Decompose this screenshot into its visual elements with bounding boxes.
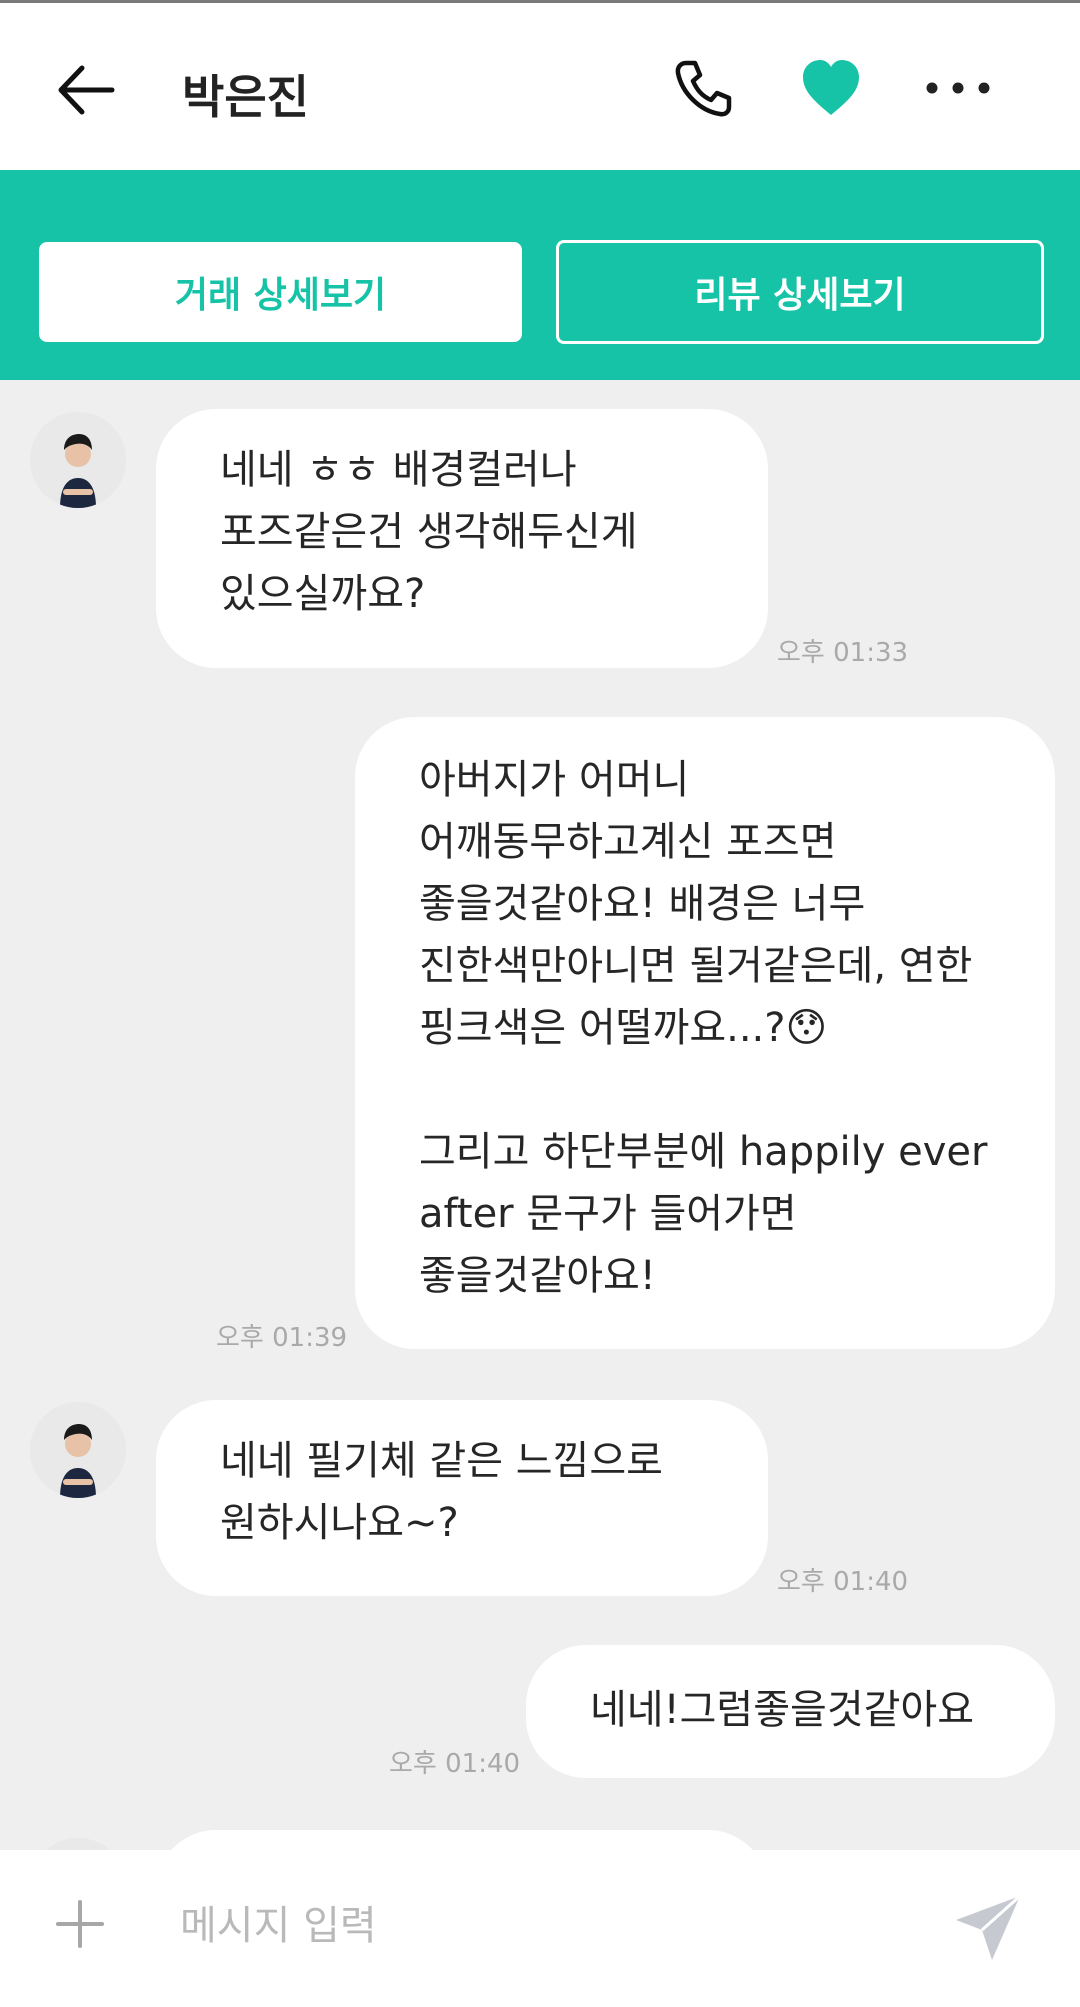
profile-photo bbox=[30, 1402, 126, 1498]
top-app-bar: 박은진 bbox=[0, 0, 1080, 170]
chat-partner-name: 박은진 bbox=[182, 70, 309, 124]
avatar[interactable] bbox=[30, 1838, 126, 1850]
phone-icon bbox=[675, 60, 732, 117]
review-details-button[interactable]: 리뷰 상세보기 bbox=[556, 240, 1044, 344]
incoming-message-bubble[interactable]: 네네 필기체 같은 느낌으로 원하시나요~? bbox=[156, 1400, 768, 1596]
message-timestamp: 오후 01:40 bbox=[389, 1749, 521, 1779]
paper-plane-icon bbox=[956, 1894, 1022, 1960]
more-dots-icon bbox=[926, 82, 990, 94]
profile-photo bbox=[30, 412, 126, 508]
more-options-button[interactable] bbox=[918, 53, 998, 123]
heart-icon bbox=[803, 60, 859, 115]
favorite-button[interactable] bbox=[796, 53, 866, 123]
arrow-left-icon bbox=[58, 65, 115, 115]
incoming-message-bubble[interactable] bbox=[156, 1830, 768, 1850]
message-timestamp: 오후 01:40 bbox=[777, 1567, 909, 1597]
plus-icon bbox=[56, 1900, 104, 1948]
avatar[interactable] bbox=[30, 1402, 126, 1498]
message-composer bbox=[0, 1850, 1080, 2007]
call-button[interactable] bbox=[668, 53, 738, 123]
message-list[interactable]: 네네 ㅎㅎ 배경컬러나 포즈같은건 생각해두신게 있으실까요? 오후 01:33… bbox=[0, 380, 1080, 1850]
attach-button[interactable] bbox=[52, 1896, 108, 1952]
send-button[interactable] bbox=[950, 1890, 1026, 1966]
incoming-message-bubble[interactable]: 네네 ㅎㅎ 배경컬러나 포즈같은건 생각해두신게 있으실까요? bbox=[156, 409, 768, 668]
back-button[interactable] bbox=[52, 55, 122, 125]
outgoing-message-bubble[interactable]: 네네!그럼좋을것같아요 bbox=[526, 1645, 1055, 1778]
message-input[interactable] bbox=[180, 1886, 920, 1966]
profile-photo bbox=[30, 1838, 126, 1850]
message-timestamp: 오후 01:33 bbox=[777, 638, 909, 668]
outgoing-message-bubble[interactable]: 아버지가 어머니 어깨동무하고계신 포즈면 좋을것같아요! 배경은 너무 진한색… bbox=[355, 717, 1055, 1349]
chat-screen: 박은진 거래 상세보기 리뷰 상세보기 네네 ㅎㅎ 배경컬러나 포즈같은건 생각… bbox=[0, 0, 1080, 2007]
avatar[interactable] bbox=[30, 412, 126, 508]
message-timestamp: 오후 01:39 bbox=[216, 1323, 348, 1353]
transaction-action-bar: 거래 상세보기 리뷰 상세보기 bbox=[0, 170, 1080, 380]
deal-details-button[interactable]: 거래 상세보기 bbox=[39, 242, 522, 342]
